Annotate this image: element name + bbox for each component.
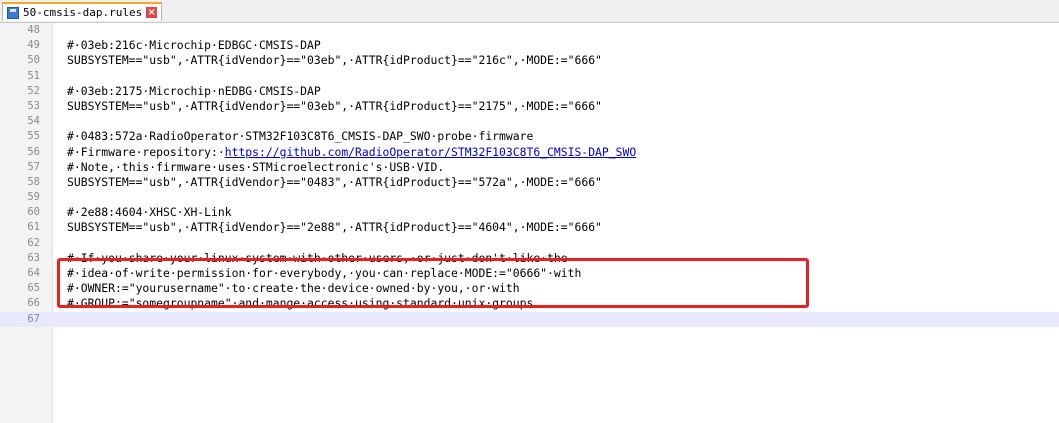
tab-label: 50-cmsis-dap.rules (23, 6, 143, 19)
code-line[interactable]: 61 SUBSYSTEM=="usb",·ATTR{idVendor}=="2e8… (0, 220, 1059, 235)
tab-bar: 50-cmsis-dap.rules × (0, 0, 1059, 23)
line-number: 58 (27, 175, 40, 188)
repository-link[interactable]: https://github.com/RadioOperator/STM32F1… (225, 145, 636, 159)
line-number: 53 (27, 99, 40, 112)
code-line[interactable]: 57 #·Note,·this·firmware·uses·STMicroelec… (0, 160, 1059, 175)
line-text: #·03eb:216c·Microchip·EDBGC·CMSIS-DAP (67, 38, 321, 53)
current-line[interactable]: 67 (0, 311, 1059, 327)
line-number: 60 (27, 206, 40, 219)
line-number: 65 (27, 282, 40, 295)
line-text: SUBSYSTEM=="usb",·ATTR{idVendor}=="03eb"… (67, 53, 602, 68)
line-text: SUBSYSTEM=="usb",·ATTR{idVendor}=="03eb"… (67, 99, 602, 114)
line-number: 52 (27, 84, 40, 97)
line-number: 57 (27, 160, 40, 173)
line-number: 49 (27, 39, 40, 52)
line-number: 54 (27, 115, 40, 128)
line-content: #·0483:572a·RadioOperator·STM32F103C8T6_… (67, 129, 534, 144)
code-line[interactable]: 51 (0, 69, 1059, 84)
line-content: #·Firmware·repository:· (67, 144, 225, 159)
line-number: 56 (27, 145, 40, 158)
line-number: 62 (27, 236, 40, 249)
line-content: #·03eb:216c·Microchip·EDBGC·CMSIS-DAP (67, 38, 321, 53)
line-text: #·Note,·this·firmware·uses·STMicroelectr… (67, 160, 444, 175)
file-tab[interactable]: 50-cmsis-dap.rules × (2, 2, 163, 21)
line-number: 51 (27, 69, 40, 82)
line-number: 67 (27, 312, 40, 325)
highlight-annotation-box (57, 258, 809, 308)
line-number: 59 (27, 191, 40, 204)
line-content: #·Note,·this·firmware·uses·STMicroelectr… (67, 159, 445, 174)
line-text: SUBSYSTEM=="usb",·ATTR{idVendor}=="0483"… (67, 175, 602, 190)
line-text: #·03eb:2175·Microchip·nEDBG·CMSIS-DAP (67, 84, 321, 99)
line-content: SUBSYSTEM=="usb",·ATTR{idVendor}=="0483"… (67, 174, 602, 189)
line-number: 50 (27, 54, 40, 67)
line-number: 48 (27, 24, 40, 36)
code-line[interactable]: 52 #·03eb:2175·Microchip·nEDBG·CMSIS-DAP (0, 84, 1059, 99)
line-number: 55 (27, 130, 40, 143)
code-line[interactable]: 53 SUBSYSTEM=="usb",·ATTR{idVendor}=="03e… (0, 99, 1059, 114)
code-line[interactable]: 50 SUBSYSTEM=="usb",·ATTR{idVendor}=="03e… (0, 53, 1059, 68)
line-content: SUBSYSTEM=="usb",·ATTR{idVendor}=="03eb"… (67, 53, 602, 68)
line-number: 61 (27, 221, 40, 234)
close-icon[interactable]: × (146, 7, 158, 18)
code-line[interactable]: 58 SUBSYSTEM=="usb",·ATTR{idVendor}=="048… (0, 175, 1059, 190)
line-number: 63 (27, 251, 40, 264)
line-content: SUBSYSTEM=="usb",·ATTR{idVendor}=="2e88"… (67, 220, 602, 235)
code-line[interactable]: 54 (0, 114, 1059, 129)
code-line[interactable]: 49 #·03eb:216c·Microchip·EDBGC·CMSIS-DAP (0, 38, 1059, 53)
line-number: 66 (27, 297, 40, 310)
line-text: #·Firmware·repository:·https://github.co… (67, 145, 636, 160)
code-editor[interactable]: 48 49 #·03eb:216c·Microchip·EDBGC·CMSIS-DA… (0, 23, 1059, 423)
code-line[interactable]: 59 (0, 190, 1059, 205)
line-content: SUBSYSTEM=="usb",·ATTR{idVendor}=="03eb"… (67, 98, 602, 113)
line-text: SUBSYSTEM=="usb",·ATTR{idVendor}=="2e88"… (67, 220, 602, 235)
line-content: #·03eb:2175·Microchip·nEDBG·CMSIS-DAP (67, 83, 321, 98)
line-text: #·0483:572a·RadioOperator·STM32F103C8T6_… (67, 129, 533, 144)
line-content: #·2e88:4604·XHSC·XH-Link (67, 205, 232, 220)
code-line[interactable]: 62 (0, 236, 1059, 251)
save-disk-icon (7, 6, 19, 19)
code-line[interactable]: 56 #·Firmware·repository:·https://github.… (0, 145, 1059, 160)
line-number: 64 (27, 267, 40, 279)
code-line[interactable]: 55 #·0483:572a·RadioOperator·STM32F103C8T… (0, 129, 1059, 144)
line-text: #·2e88:4604·XHSC·XH-Link (67, 205, 232, 220)
code-line[interactable]: 48 (0, 23, 1059, 38)
code-line[interactable]: 60 #·2e88:4604·XHSC·XH-Link (0, 205, 1059, 220)
